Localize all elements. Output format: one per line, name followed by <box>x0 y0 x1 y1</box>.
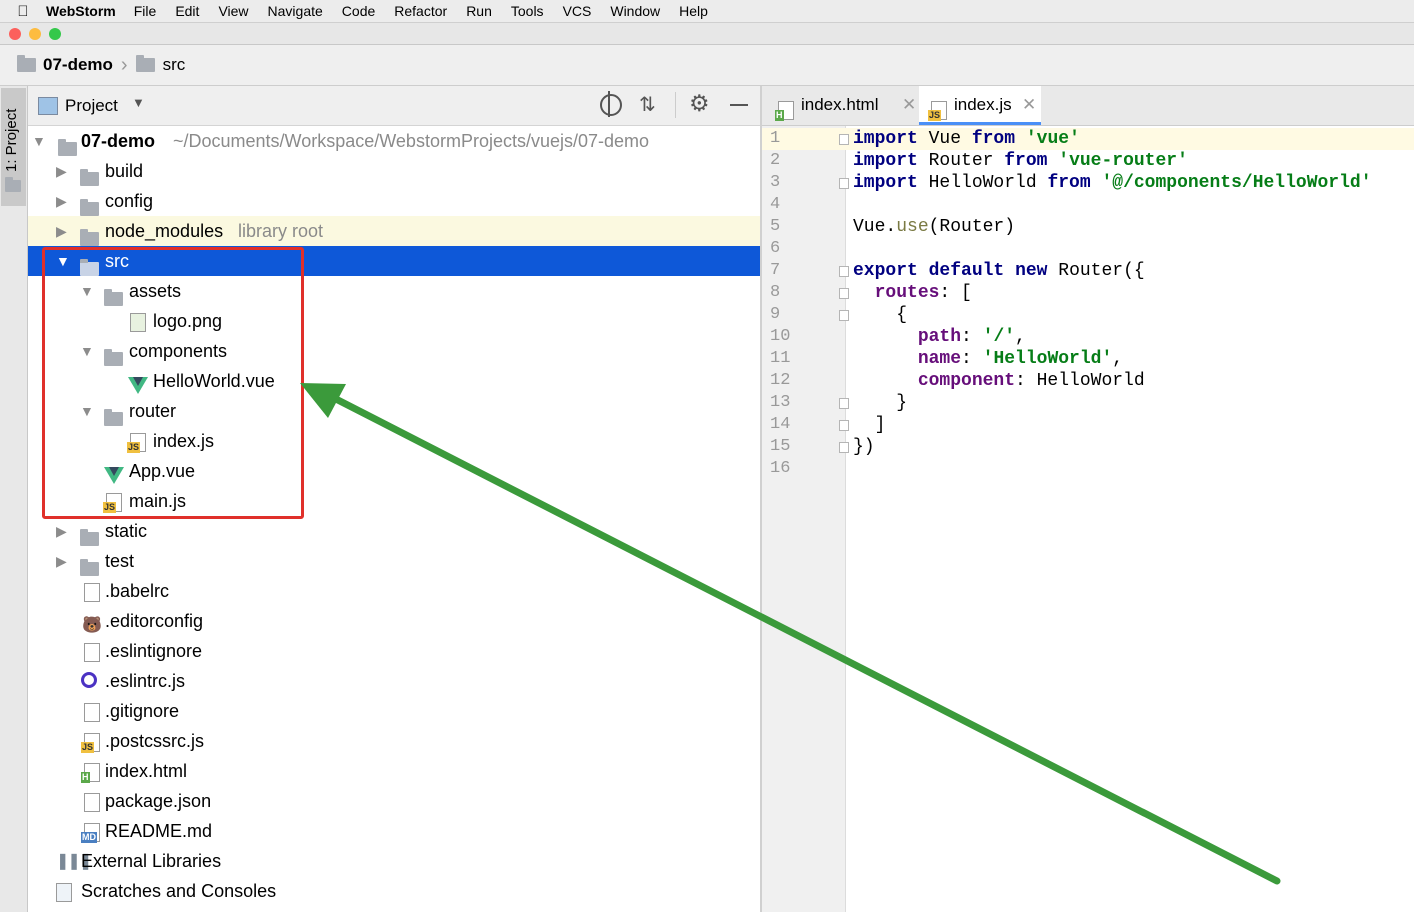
annotation-arrow-shaft <box>328 393 1281 885</box>
annotation-arrow <box>300 383 1281 885</box>
